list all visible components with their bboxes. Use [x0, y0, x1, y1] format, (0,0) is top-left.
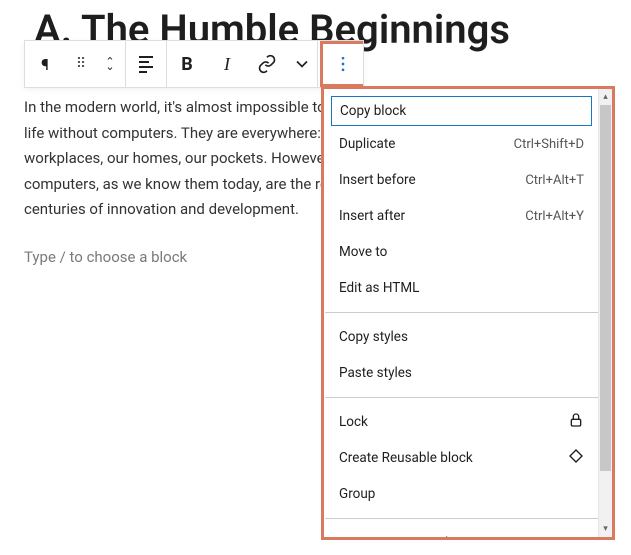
- scroll-up-icon[interactable]: ▴: [599, 89, 612, 105]
- menu-create-reusable[interactable]: Create Reusable block: [325, 440, 598, 476]
- scroll-down-icon[interactable]: ▾: [599, 521, 612, 537]
- menu-group[interactable]: Group: [325, 476, 598, 512]
- block-toolbar: ¶ ⠿ ⌃⌄ B I: [24, 40, 364, 88]
- link-button[interactable]: [247, 41, 287, 87]
- bold-button[interactable]: B: [167, 41, 207, 87]
- menu-insert-before[interactable]: Insert before Ctrl+Alt+T: [325, 162, 598, 198]
- menu-separator: [325, 397, 598, 398]
- menu-insert-after[interactable]: Insert after Ctrl+Alt+Y: [325, 198, 598, 234]
- scroll-thumb[interactable]: [600, 105, 611, 471]
- align-button[interactable]: [126, 41, 166, 87]
- lock-icon: [568, 412, 584, 432]
- shortcut-text: Ctrl+Shift+D: [514, 137, 584, 152]
- drag-handle-icon[interactable]: ⠿: [65, 41, 95, 87]
- menu-separator: [325, 312, 598, 313]
- menu-separator: [325, 518, 598, 519]
- paragraph-icon[interactable]: ¶: [25, 41, 65, 87]
- options-dropdown: Copy block Duplicate Ctrl+Shift+D Insert…: [325, 89, 598, 537]
- italic-button[interactable]: I: [207, 41, 247, 87]
- options-button[interactable]: [323, 41, 363, 87]
- menu-scrollbar[interactable]: ▴ ▾: [598, 89, 612, 537]
- shortcut-text: Shift+Alt+Z: [519, 536, 584, 538]
- menu-move-to[interactable]: Move to: [325, 234, 598, 270]
- menu-copy-styles[interactable]: Copy styles: [325, 319, 598, 355]
- menu-lock[interactable]: Lock: [325, 404, 598, 440]
- move-arrows-icon[interactable]: ⌃⌄: [95, 41, 125, 87]
- menu-edit-html[interactable]: Edit as HTML: [325, 270, 598, 306]
- more-rich-text-button[interactable]: [287, 41, 317, 87]
- shortcut-text: Ctrl+Alt+T: [525, 173, 584, 188]
- menu-remove-paragraph[interactable]: Remove Paragraph Shift+Alt+Z: [325, 525, 598, 537]
- options-menu-highlight: Copy block Duplicate Ctrl+Shift+D Insert…: [321, 86, 615, 540]
- shortcut-text: Ctrl+Alt+Y: [525, 209, 584, 224]
- menu-copy-block[interactable]: Copy block: [331, 96, 592, 126]
- menu-duplicate[interactable]: Duplicate Ctrl+Shift+D: [325, 126, 598, 162]
- reusable-icon: [568, 448, 584, 468]
- options-highlight-box: [320, 41, 363, 87]
- menu-paste-styles[interactable]: Paste styles: [325, 355, 598, 391]
- scroll-track[interactable]: [599, 105, 612, 521]
